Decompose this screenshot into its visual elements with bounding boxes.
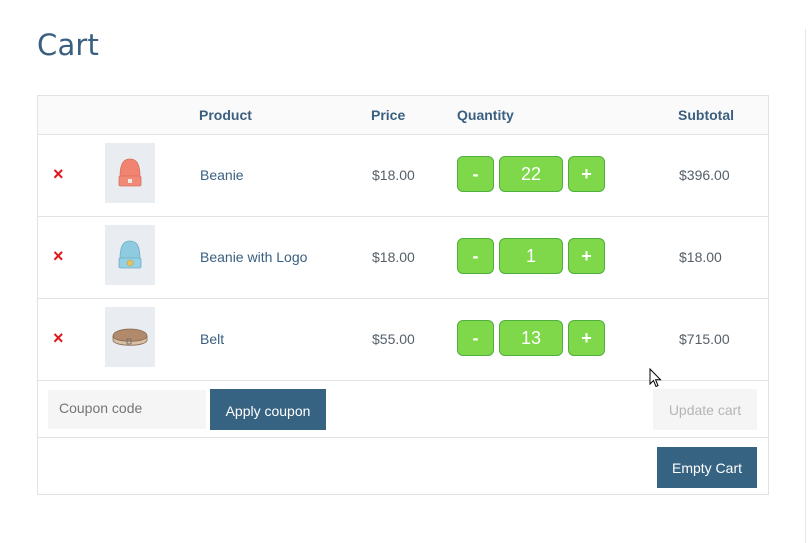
quantity-input[interactable]: 22: [499, 156, 563, 192]
product-price: $18.00: [372, 167, 415, 183]
belt-icon: [112, 328, 148, 346]
quantity-decrease-button[interactable]: -: [457, 238, 494, 274]
coupon-row: Apply coupon Update cart: [38, 381, 768, 438]
table-row: × Beanie $18.00 - 22 + $396.00: [38, 135, 768, 217]
product-name-link[interactable]: Beanie: [200, 167, 244, 183]
product-thumbnail[interactable]: [105, 307, 155, 367]
quantity-input[interactable]: 13: [499, 320, 563, 356]
quantity-stepper: - 22 +: [457, 156, 605, 194]
header-product: Product: [199, 107, 252, 123]
mouse-cursor-icon: [649, 368, 662, 388]
quantity-increase-button[interactable]: +: [568, 156, 605, 192]
apply-coupon-button[interactable]: Apply coupon: [210, 389, 326, 430]
product-thumbnail[interactable]: [105, 225, 155, 285]
product-name-link[interactable]: Beanie with Logo: [200, 249, 307, 265]
table-header-row: Product Price Quantity Subtotal: [38, 96, 768, 135]
remove-item-icon[interactable]: ×: [53, 165, 67, 183]
coupon-code-input[interactable]: [48, 390, 206, 429]
header-subtotal: Subtotal: [678, 107, 734, 123]
product-subtotal: $396.00: [679, 167, 730, 183]
page-title: Cart: [37, 28, 100, 62]
remove-item-icon[interactable]: ×: [53, 247, 67, 265]
product-price: $18.00: [372, 249, 415, 265]
blue-beanie-with-logo-icon: [118, 240, 142, 269]
quantity-input[interactable]: 1: [499, 238, 563, 274]
product-subtotal: $18.00: [679, 249, 722, 265]
quantity-increase-button[interactable]: +: [568, 320, 605, 356]
quantity-stepper: - 13 +: [457, 320, 605, 358]
quantity-stepper: - 1 +: [457, 238, 605, 276]
cart-table: Product Price Quantity Subtotal × Beanie…: [37, 95, 769, 495]
empty-cart-button[interactable]: Empty Cart: [657, 447, 757, 488]
header-price: Price: [371, 107, 406, 123]
red-beanie-icon: [118, 158, 142, 187]
update-cart-button[interactable]: Update cart: [653, 389, 757, 430]
empty-cart-row: Empty Cart: [38, 438, 768, 494]
product-name-link[interactable]: Belt: [200, 331, 224, 347]
remove-item-icon[interactable]: ×: [53, 329, 67, 347]
quantity-decrease-button[interactable]: -: [457, 320, 494, 356]
quantity-decrease-button[interactable]: -: [457, 156, 494, 192]
header-quantity: Quantity: [457, 107, 514, 123]
product-price: $55.00: [372, 331, 415, 347]
product-subtotal: $715.00: [679, 331, 730, 347]
product-thumbnail[interactable]: [105, 143, 155, 203]
quantity-increase-button[interactable]: +: [568, 238, 605, 274]
table-row: × Beanie with Logo $18.00 - 1 + $18.00: [38, 217, 768, 299]
